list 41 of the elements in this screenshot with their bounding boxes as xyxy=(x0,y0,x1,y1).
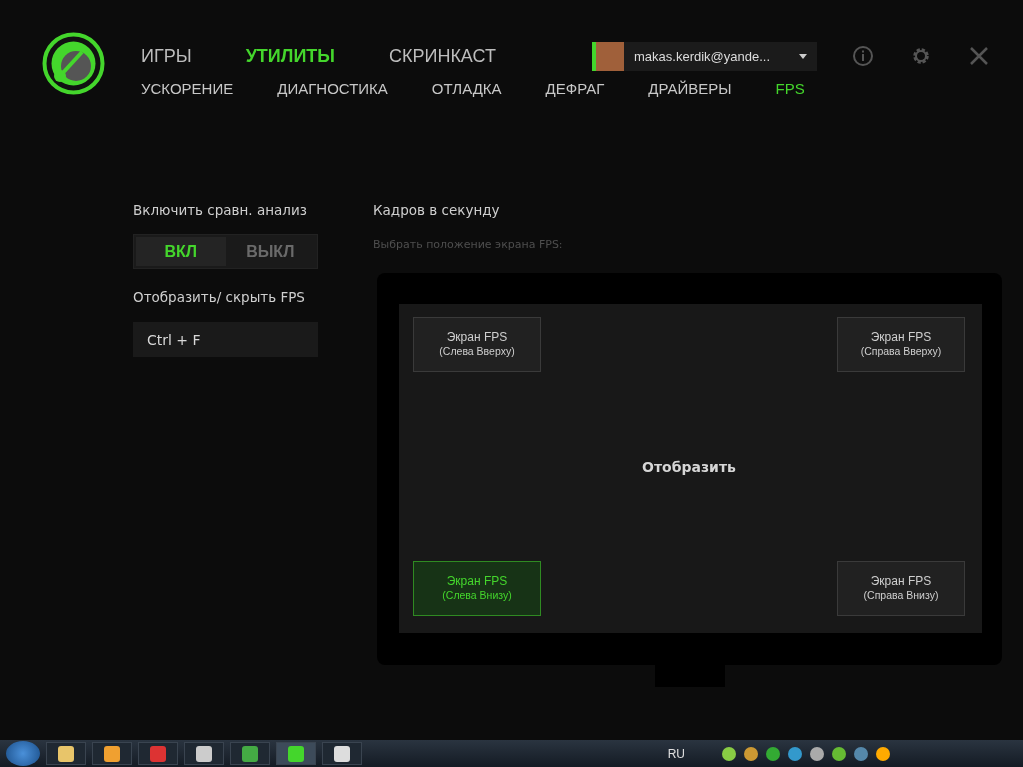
taskbar-app-icon[interactable] xyxy=(276,742,316,765)
taskbar-app-icon[interactable] xyxy=(46,742,86,765)
hotkey-label: Отобразить/ скрыть FPS xyxy=(133,289,306,305)
fps-position-button[interactable]: Экран FPS (Справа Внизу) xyxy=(837,561,965,616)
tray-icon[interactable] xyxy=(831,745,847,762)
tray-icon[interactable] xyxy=(875,745,891,762)
fps-hint: Выбрать положение экрана FPS: xyxy=(373,238,564,251)
main-tab[interactable]: УТИЛИТЫ xyxy=(245,45,335,67)
avatar-photo-placeholder xyxy=(596,41,624,71)
sub-tab[interactable]: ОТЛАДКА xyxy=(431,80,502,97)
sub-tab[interactable]: FPS xyxy=(775,80,805,97)
tray-icon[interactable] xyxy=(853,745,869,762)
sub-tab[interactable]: ДИАГНОСТИКА xyxy=(277,80,388,97)
fps-position-button[interactable]: Экран FPS (Слева Внизу) xyxy=(413,561,541,616)
tray-icon[interactable] xyxy=(787,745,803,762)
benchmark-label: Включить сравн. анализ xyxy=(133,202,308,218)
tray-icon[interactable] xyxy=(721,745,737,762)
taskbar-app-icon[interactable] xyxy=(184,742,224,765)
taskbar-app-icon[interactable] xyxy=(230,742,270,765)
fps-position-button[interactable]: Экран FPS (Слева Вверху) xyxy=(413,317,541,372)
caret-icon xyxy=(799,53,807,59)
speedometer-logo xyxy=(42,32,105,95)
preview-label: Отобразить xyxy=(642,458,736,475)
fps-title: Кадров в секунду xyxy=(373,202,501,218)
taskbar-app-icon[interactable] xyxy=(322,742,362,765)
fps-position-button[interactable]: Экран FPS (Справа Вверху) xyxy=(837,317,965,372)
tray-icon[interactable] xyxy=(743,745,759,762)
main-tab[interactable]: СКРИНКАСТ xyxy=(388,45,496,67)
language-indicator[interactable]: RU xyxy=(667,746,685,761)
toggle-option[interactable]: ВКЛ xyxy=(136,237,226,266)
start-button[interactable] xyxy=(6,741,40,766)
taskbar-app-icon[interactable] xyxy=(92,742,132,765)
info-icon[interactable] xyxy=(851,44,875,68)
sub-tab[interactable]: УСКОРЕНИЕ xyxy=(141,80,234,97)
tray-icon[interactable] xyxy=(809,745,825,762)
sub-tab[interactable]: ДРАЙВЕРЫ xyxy=(648,80,732,97)
hotkey-field[interactable]: Ctrl + F xyxy=(133,322,318,357)
main-tab[interactable]: ИГРЫ xyxy=(141,45,192,67)
sub-tab[interactable]: ДЕФРАГ xyxy=(545,80,605,97)
account-dropdown[interactable]: makas.kerdik@yande... xyxy=(592,41,817,71)
tray-icon[interactable] xyxy=(765,745,781,762)
